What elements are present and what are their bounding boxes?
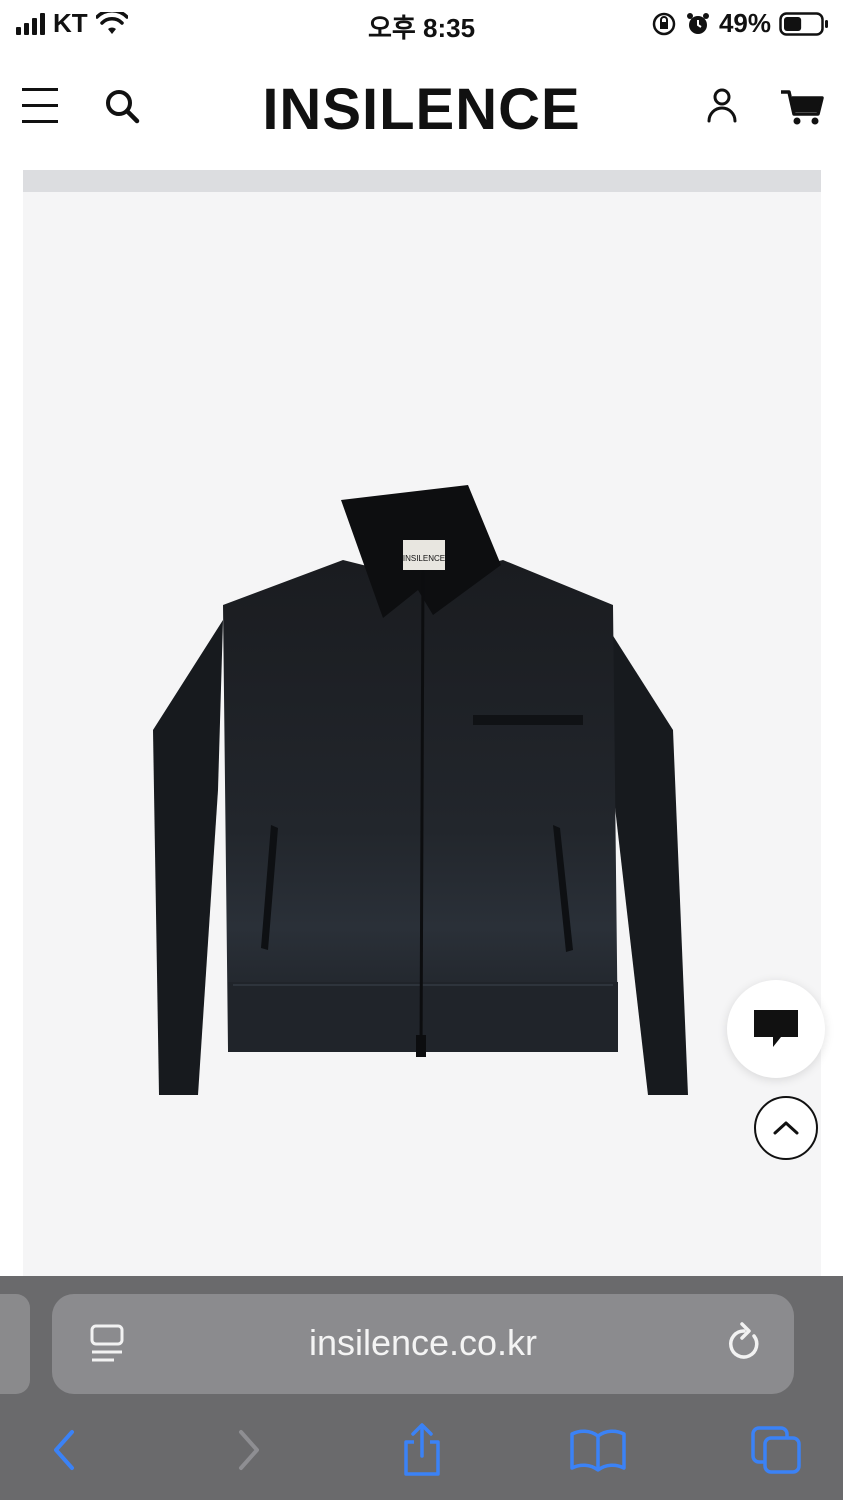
jacket-illustration: INSILENCE [153, 485, 688, 1095]
forward-icon[interactable] [218, 1420, 278, 1480]
bookmarks-icon[interactable] [568, 1420, 628, 1480]
share-icon[interactable] [392, 1420, 452, 1480]
chat-button[interactable] [727, 980, 825, 1078]
chat-icon [754, 1010, 798, 1047]
site-header: INSILENCE [0, 62, 843, 152]
reload-icon[interactable] [724, 1320, 764, 1366]
back-icon[interactable] [35, 1420, 95, 1480]
jacket-label-text: INSILENCE [403, 554, 445, 563]
battery-percent: 49% [718, 8, 771, 38]
alarm-icon [686, 12, 709, 34]
orientation-lock-icon [652, 12, 676, 35]
status-right: 49% [651, 8, 829, 39]
address-bar[interactable]: insilence.co.kr [52, 1294, 794, 1394]
cart-icon[interactable] [778, 84, 826, 128]
scroll-top-button[interactable] [754, 1096, 818, 1160]
product-image[interactable]: INSILENCE [23, 170, 821, 1276]
chevron-up-icon [773, 1121, 799, 1135]
previous-tab-peek[interactable] [0, 1294, 30, 1394]
tabs-icon[interactable] [746, 1420, 806, 1480]
battery-icon [779, 11, 828, 36]
url-text: insilence.co.kr [308, 1322, 538, 1363]
browser-toolbar: insilence.co.kr [0, 1276, 843, 1500]
browser-nav-row [0, 1416, 843, 1486]
user-icon[interactable] [700, 84, 744, 128]
status-bar: KT 오후 8:35 49% [0, 0, 843, 50]
